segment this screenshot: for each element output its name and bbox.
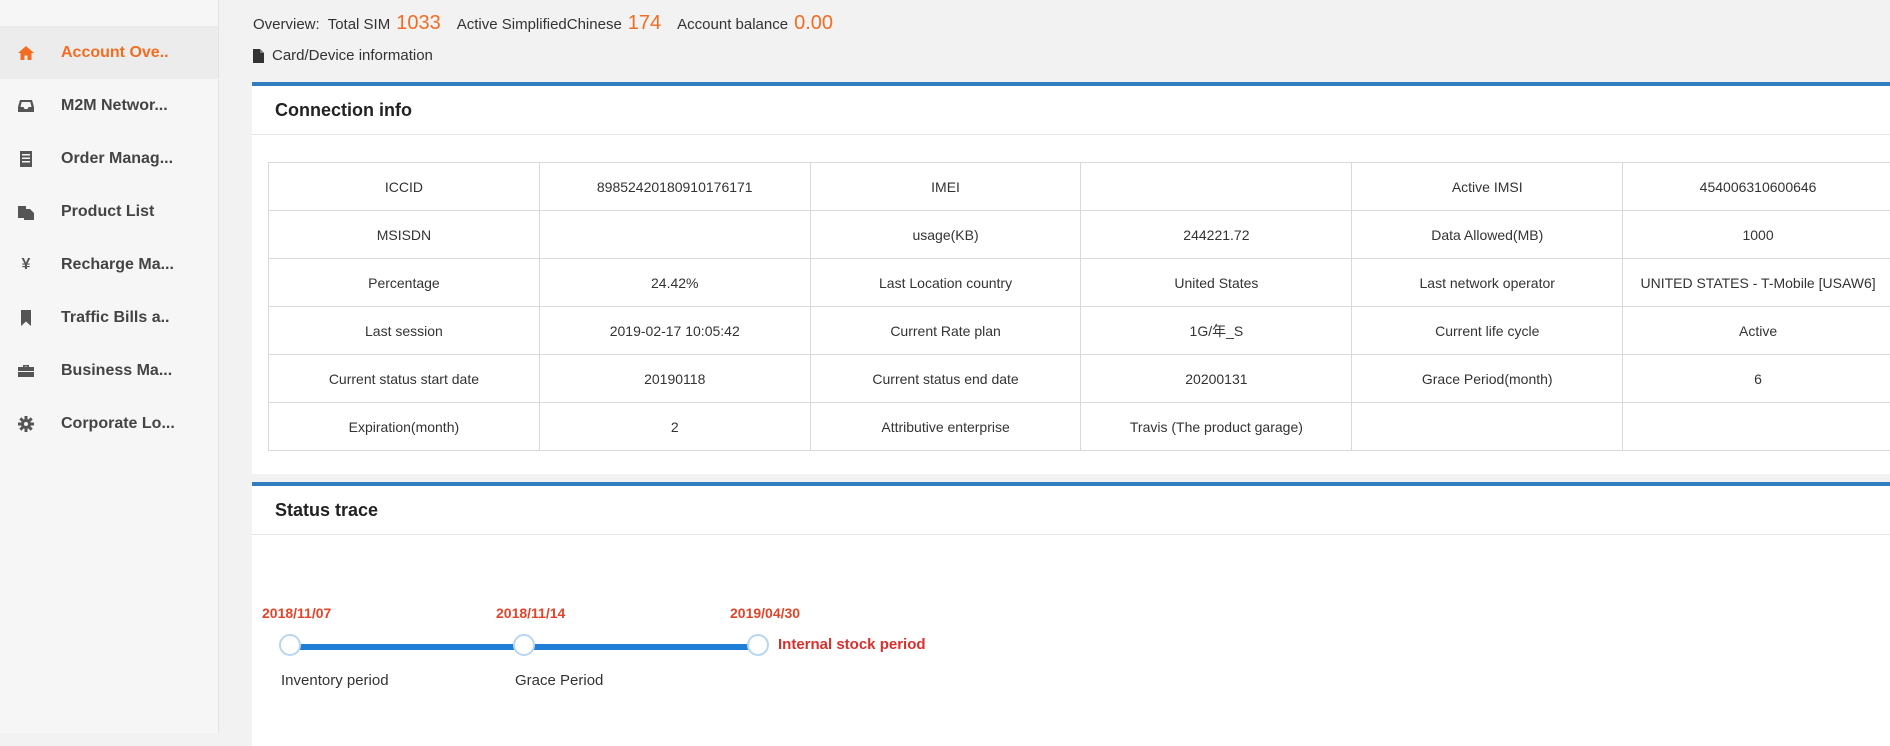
table-field-label: Last network operator <box>1352 259 1623 307</box>
sidebar: Account Ove.. M2M Networ... Order Manag.… <box>0 0 219 733</box>
connection-info-title: Connection info <box>252 86 1890 135</box>
home-icon <box>17 44 35 62</box>
sidebar-item-label: Account Ove.. <box>61 44 169 62</box>
active-sim-value: 174 <box>628 12 661 35</box>
briefcase-icon <box>17 362 35 380</box>
gear-icon <box>17 415 35 433</box>
timeline-segment <box>523 644 757 650</box>
table-field-value <box>539 211 810 259</box>
sidebar-item-label: Traffic Bills a.. <box>61 309 169 327</box>
table-field-value: 24.42% <box>539 259 810 307</box>
sidebar-item-business-management[interactable]: Business Ma... <box>0 344 218 397</box>
table-row: ICCID89852420180910176171IMEI Active IMSI… <box>269 163 1890 211</box>
timeline-node <box>747 634 769 656</box>
table-field-label: usage(KB) <box>810 211 1081 259</box>
table-field-label: Last session <box>269 307 540 355</box>
table-field-value: United States <box>1081 259 1352 307</box>
table-field-label: Last Location country <box>810 259 1081 307</box>
table-field-label: MSISDN <box>269 211 540 259</box>
file-icon <box>253 49 264 63</box>
yen-icon: ¥ <box>17 256 35 274</box>
table-field-value: UNITED STATES - T-Mobile [USAW6] <box>1623 259 1890 307</box>
card-device-info-label: Card/Device information <box>272 47 433 64</box>
table-row: Last session2019-02-17 10:05:42Current R… <box>269 307 1890 355</box>
timeline-node <box>279 634 301 656</box>
table-field-value: 454006310600646 <box>1623 163 1890 211</box>
sidebar-item-label: M2M Networ... <box>61 97 168 115</box>
timeline-label: Inventory period <box>281 672 389 689</box>
bookmark-icon <box>17 309 35 327</box>
connection-info-panel: Connection info ICCID8985242018091017617… <box>252 82 1890 474</box>
table-field-label: Current life cycle <box>1352 307 1623 355</box>
table-field-value: 6 <box>1623 355 1890 403</box>
table-field-label: Expiration(month) <box>269 403 540 451</box>
table-row: Percentage24.42%Last Location countryUni… <box>269 259 1890 307</box>
sidebar-item-label: Recharge Ma... <box>61 256 174 274</box>
table-field-label: Active IMSI <box>1352 163 1623 211</box>
timeline-node <box>513 634 535 656</box>
table-field-value: 1G/年_S <box>1081 307 1352 355</box>
status-trace-panel: Status trace 2018/11/07 2018/11/14 2019/… <box>252 482 1890 746</box>
total-sim-label: Total SIM <box>328 16 391 33</box>
table-field-value: Active <box>1623 307 1890 355</box>
sidebar-item-corporate-log[interactable]: Corporate Lo... <box>0 397 218 450</box>
table-row: MSISDN usage(KB)244221.72Data Allowed(MB)… <box>269 211 1890 259</box>
table-field-value: Travis (The product garage) <box>1081 403 1352 451</box>
table-field-value: 1000 <box>1623 211 1890 259</box>
sidebar-item-recharge-management[interactable]: ¥ Recharge Ma... <box>0 238 218 291</box>
table-field-value: 2019-02-17 10:05:42 <box>539 307 810 355</box>
connection-info-table: ICCID89852420180910176171IMEI Active IMSI… <box>268 162 1890 451</box>
main-content: Overview: Total SIM 1033 Active Simplifi… <box>219 0 1890 733</box>
table-field-value: 20200131 <box>1081 355 1352 403</box>
timeline-date: 2018/11/14 <box>496 605 565 621</box>
table-field-value: 89852420180910176171 <box>539 163 810 211</box>
table-field-label: IMEI <box>810 163 1081 211</box>
timeline-current-status: Internal stock period <box>778 636 926 653</box>
sidebar-item-traffic-bills[interactable]: Traffic Bills a.. <box>0 291 218 344</box>
account-balance-label: Account balance <box>677 16 788 33</box>
account-balance-value: 0.00 <box>794 12 833 35</box>
table-field-label: ICCID <box>269 163 540 211</box>
sidebar-item-label: Corporate Lo... <box>61 415 175 433</box>
table-field-value <box>1081 163 1352 211</box>
document-list-icon <box>17 150 35 168</box>
table-field-label: Grace Period(month) <box>1352 355 1623 403</box>
card-device-info-link[interactable]: Card/Device information <box>253 47 433 64</box>
sidebar-item-label: Product List <box>61 203 154 221</box>
sidebar-item-label: Order Manag... <box>61 150 173 168</box>
copy-icon <box>17 203 35 221</box>
table-field-label: Current Rate plan <box>810 307 1081 355</box>
table-field-value: 20190118 <box>539 355 810 403</box>
timeline-label: Grace Period <box>515 672 603 689</box>
table-field-label: Data Allowed(MB) <box>1352 211 1623 259</box>
table-field-label: Attributive enterprise <box>810 403 1081 451</box>
table-field-label: Percentage <box>269 259 540 307</box>
sidebar-item-m2m-network[interactable]: M2M Networ... <box>0 79 218 132</box>
inbox-icon <box>17 97 35 115</box>
timeline-date: 2019/04/30 <box>730 605 800 621</box>
active-sim-label: Active SimplifiedChinese <box>457 16 622 33</box>
table-row: Expiration(month)2Attributive enterprise… <box>269 403 1890 451</box>
total-sim-value: 1033 <box>396 12 441 35</box>
sidebar-item-account-overview[interactable]: Account Ove.. <box>0 26 218 79</box>
timeline-date: 2018/11/07 <box>262 605 331 621</box>
table-field-value <box>1623 403 1890 451</box>
sidebar-item-product-list[interactable]: Product List <box>0 185 218 238</box>
table-field-value: 244221.72 <box>1081 211 1352 259</box>
table-row: Current status start date20190118Current… <box>269 355 1890 403</box>
overview-prefix: Overview: <box>253 16 320 33</box>
table-field-label: Current status start date <box>269 355 540 403</box>
timeline-segment <box>289 644 523 650</box>
table-field-label <box>1352 403 1623 451</box>
status-trace-title: Status trace <box>252 486 1890 535</box>
table-field-label: Current status end date <box>810 355 1081 403</box>
status-timeline: 2018/11/07 2018/11/14 2019/04/30 Invento… <box>252 538 1152 738</box>
sidebar-item-label: Business Ma... <box>61 362 172 380</box>
table-field-value: 2 <box>539 403 810 451</box>
overview-bar: Overview: Total SIM 1033 Active Simplifi… <box>253 12 849 35</box>
sidebar-item-order-management[interactable]: Order Manag... <box>0 132 218 185</box>
